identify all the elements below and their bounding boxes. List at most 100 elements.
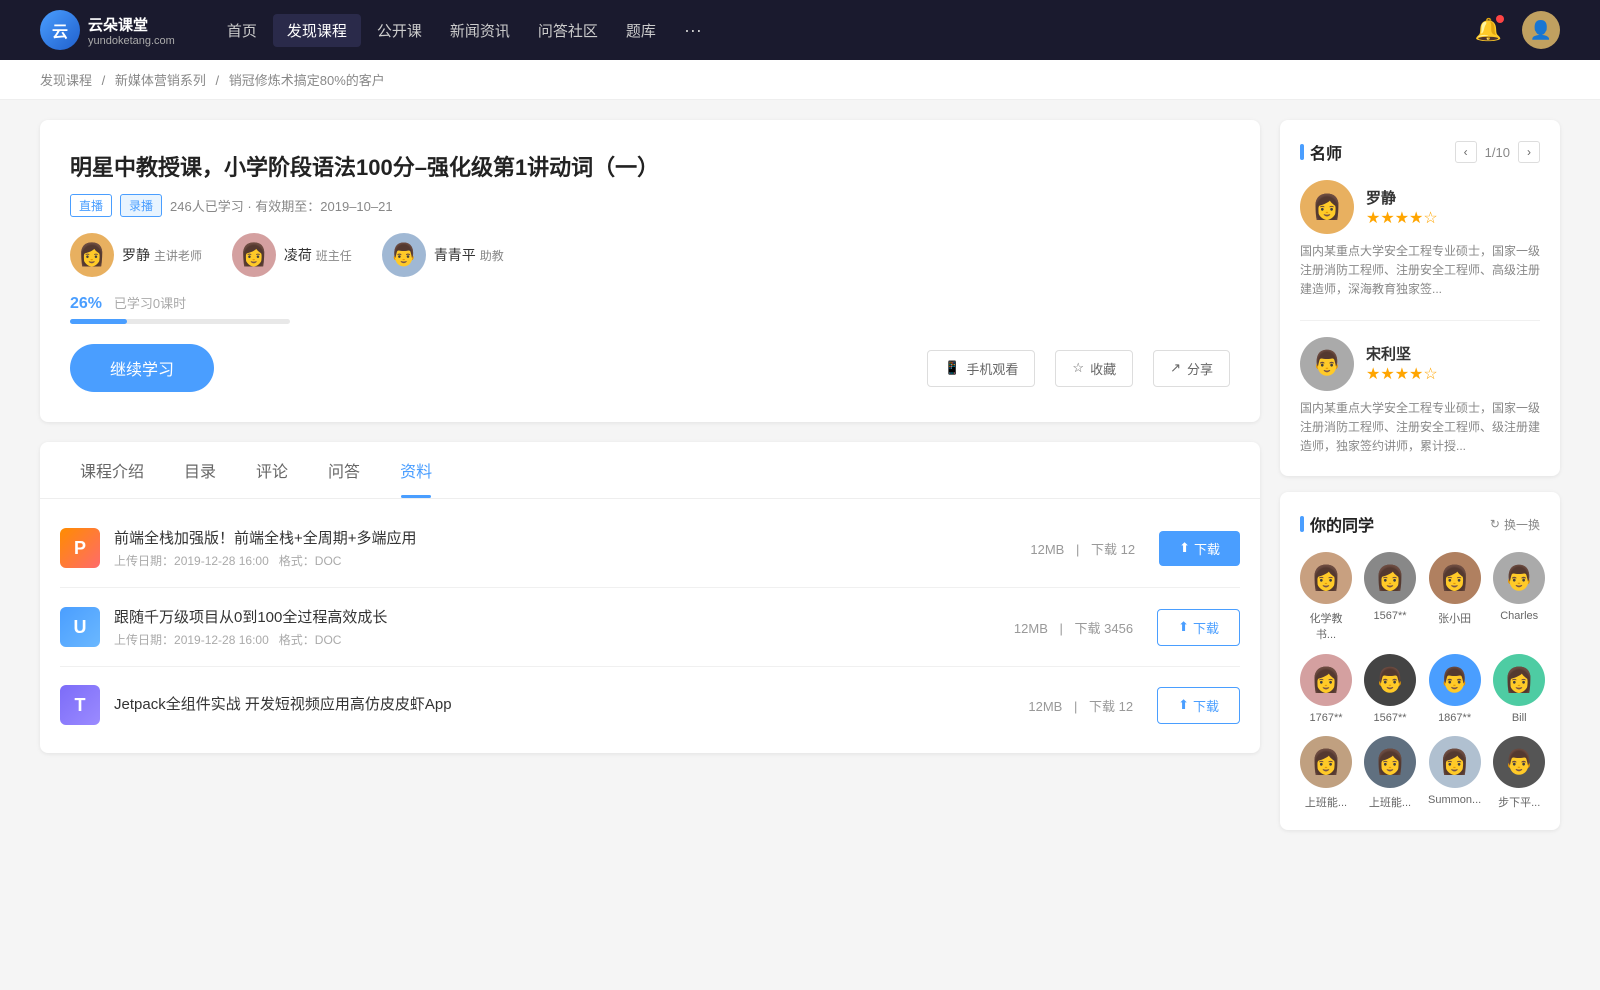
tab-intro[interactable]: 课程介绍 <box>60 442 164 498</box>
classmate-6-avatar: 👨 <box>1429 654 1481 706</box>
teacher-3-info: 青青平 助教 <box>434 245 504 265</box>
resource-item-2: U 跟随千万级项目从0到100全过程高效成长 上传日期：2019-12-28 1… <box>60 588 1240 667</box>
teacher-1-name: 罗静 <box>122 247 150 263</box>
teachers-row: 👩 罗静 主讲老师 👩 凌荷 班主任 👨 青青平 <box>70 233 1230 277</box>
collect-button[interactable]: ☆ 收藏 <box>1055 350 1133 387</box>
share-button[interactable]: ↗ 分享 <box>1153 350 1230 387</box>
classmate-9[interactable]: 👩 上班能... <box>1364 736 1416 810</box>
refresh-button[interactable]: ↻ 换一换 <box>1490 516 1540 533</box>
collect-label: 收藏 <box>1090 359 1116 378</box>
tab-qa[interactable]: 问答 <box>308 442 380 498</box>
teachers-sidebar-title: 名师 <box>1300 140 1342 164</box>
share-label: 分享 <box>1187 359 1213 378</box>
download-button-1[interactable]: ⬆ 下载 <box>1159 531 1240 566</box>
classmate-3-name: Charles <box>1500 610 1538 622</box>
resource-icon-2: U <box>60 607 100 647</box>
resource-item-3: T Jetpack全组件实战 开发短视频应用高仿皮皮虾App 12MB | 下载… <box>60 667 1240 743</box>
teacher-sidebar-2-desc: 国内某重点大学安全工程专业硕士，国家一级注册消防工程师、注册安全工程师、级注册建… <box>1300 399 1540 457</box>
course-actions: 继续学习 📱 手机观看 ☆ 收藏 ↗ 分享 <box>70 344 1230 392</box>
download-label-1: 下载 <box>1194 539 1220 558</box>
mobile-watch-button[interactable]: 📱 手机观看 <box>927 350 1035 387</box>
classmate-3[interactable]: 👨 Charles <box>1493 552 1545 642</box>
nav-item-news[interactable]: 新闻资讯 <box>438 14 522 47</box>
classmate-6[interactable]: 👨 1867** <box>1428 654 1481 724</box>
classmate-7[interactable]: 👩 Bill <box>1493 654 1545 724</box>
teacher-1-info: 罗静 主讲老师 <box>122 245 202 265</box>
refresh-label: 换一换 <box>1504 516 1540 533</box>
user-avatar[interactable]: 👤 <box>1522 11 1560 49</box>
download-button-2[interactable]: ⬆ 下载 <box>1157 609 1240 646</box>
resource-stats-3: 12MB | 下载 12 <box>1024 696 1137 715</box>
download-button-3[interactable]: ⬆ 下载 <box>1157 687 1240 724</box>
classmates-card: 你的同学 ↻ 换一换 👩 化学教书... 👩 1567** 👩 张小田 <box>1280 492 1560 830</box>
teacher-sidebar-1-info: 罗静 ★★★★☆ <box>1366 187 1438 228</box>
resource-item-1: P 前端全栈加强版！前端全栈+全周期+多端应用 上传日期：2019-12-28 … <box>60 509 1240 588</box>
breadcrumb-discover[interactable]: 发现课程 <box>40 73 92 88</box>
classmates-grid: 👩 化学教书... 👩 1567** 👩 张小田 👨 Charles 👩 <box>1300 552 1540 810</box>
classmate-9-avatar: 👩 <box>1364 736 1416 788</box>
classmate-0-avatar: 👩 <box>1300 552 1352 604</box>
tab-resource[interactable]: 资料 <box>380 442 452 498</box>
tab-comment[interactable]: 评论 <box>236 442 308 498</box>
classmate-10[interactable]: 👩 Summon... <box>1428 736 1481 810</box>
teacher-sidebar-1-name: 罗静 <box>1366 187 1438 208</box>
download-icon-3: ⬆ <box>1178 697 1189 713</box>
teacher-3-name: 青青平 <box>434 247 476 263</box>
nav-item-discover[interactable]: 发现课程 <box>273 14 361 47</box>
continue-button[interactable]: 继续学习 <box>70 344 214 392</box>
classmate-4-avatar: 👩 <box>1300 654 1352 706</box>
classmate-1[interactable]: 👩 1567** <box>1364 552 1416 642</box>
teacher-sidebar-divider <box>1300 320 1540 321</box>
classmates-header-row: 你的同学 ↻ 换一换 <box>1300 512 1540 536</box>
resource-list: P 前端全栈加强版！前端全栈+全周期+多端应用 上传日期：2019-12-28 … <box>40 499 1260 753</box>
tag-record: 录播 <box>120 194 162 217</box>
classmate-8-avatar: 👩 <box>1300 736 1352 788</box>
nav-item-qa[interactable]: 问答社区 <box>526 14 610 47</box>
classmate-2-avatar: 👩 <box>1429 552 1481 604</box>
classmates-title: 你的同学 <box>1300 512 1374 536</box>
resource-info-1: 前端全栈加强版！前端全栈+全周期+多端应用 上传日期：2019-12-28 16… <box>114 527 1026 569</box>
download-icon-1: ⬆ <box>1179 540 1190 556</box>
teachers-pagination: ‹ 1/10 › <box>1455 141 1540 163</box>
nav-item-public[interactable]: 公开课 <box>365 14 434 47</box>
teacher-3-avatar: 👨 <box>382 233 426 277</box>
teacher-2-info: 凌荷 班主任 <box>284 245 352 265</box>
nav-item-home[interactable]: 首页 <box>215 14 269 47</box>
notification-bell[interactable]: 🔔 <box>1475 17 1502 43</box>
classmate-5-avatar: 👨 <box>1364 654 1416 706</box>
classmate-5-name: 1567** <box>1373 712 1406 724</box>
teacher-sidebar-2-stars: ★★★★☆ <box>1366 364 1438 384</box>
nav-more[interactable]: ··· <box>672 14 714 47</box>
star-icon: ☆ <box>1072 360 1084 376</box>
nav-item-quiz[interactable]: 题库 <box>614 14 668 47</box>
classmate-0[interactable]: 👩 化学教书... <box>1300 552 1352 642</box>
teacher-sidebar-2-name: 宋利坚 <box>1366 343 1438 364</box>
classmate-2[interactable]: 👩 张小田 <box>1428 552 1481 642</box>
course-meta: 246人已学习 · 有效期至：2019–10–21 <box>170 196 393 215</box>
classmate-11[interactable]: 👨 步下平... <box>1493 736 1545 810</box>
teacher-sidebar-2: 👨 宋利坚 ★★★★☆ 国内某重点大学安全工程专业硕士，国家一级注册消防工程师、… <box>1300 337 1540 457</box>
classmate-4[interactable]: 👩 1767** <box>1300 654 1352 724</box>
teacher-2-role: 班主任 <box>316 249 352 263</box>
resource-name-3: Jetpack全组件实战 开发短视频应用高仿皮皮虾App <box>114 693 1024 714</box>
progress-section: 26% 已学习0课时 <box>70 293 1230 324</box>
classmate-0-name: 化学教书... <box>1300 610 1352 642</box>
next-teacher-button[interactable]: › <box>1518 141 1540 163</box>
logo[interactable]: 云 云朵课堂 yundoketang.com <box>40 10 175 50</box>
prev-teacher-button[interactable]: ‹ <box>1455 141 1477 163</box>
classmate-8[interactable]: 👩 上班能... <box>1300 736 1352 810</box>
classmate-5[interactable]: 👨 1567** <box>1364 654 1416 724</box>
navbar: 云 云朵课堂 yundoketang.com 首页 发现课程 公开课 新闻资讯 … <box>0 0 1600 60</box>
course-tags: 直播 录播 246人已学习 · 有效期至：2019–10–21 <box>70 194 1230 217</box>
teacher-2: 👩 凌荷 班主任 <box>232 233 352 277</box>
resource-info-2: 跟随千万级项目从0到100全过程高效成长 上传日期：2019-12-28 16:… <box>114 606 1010 648</box>
tab-catalog[interactable]: 目录 <box>164 442 236 498</box>
classmate-2-name: 张小田 <box>1438 610 1471 626</box>
classmate-7-name: Bill <box>1512 712 1527 724</box>
mobile-icon: 📱 <box>944 360 960 376</box>
progress-percent: 26% <box>70 295 102 312</box>
download-label-2: 下载 <box>1193 618 1219 637</box>
breadcrumb-series[interactable]: 新媒体营销系列 <box>115 73 206 88</box>
teacher-1: 👩 罗静 主讲老师 <box>70 233 202 277</box>
teacher-2-avatar: 👩 <box>232 233 276 277</box>
